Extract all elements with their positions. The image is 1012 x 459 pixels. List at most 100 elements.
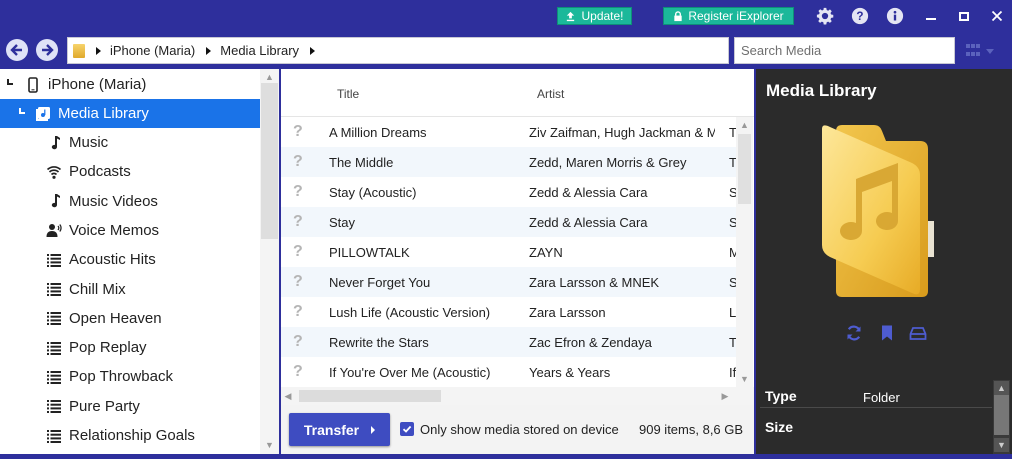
playlist-icon (45, 368, 63, 386)
table-horizontal-scrollbar[interactable]: ◀ ▶ (281, 387, 754, 405)
tree-item-pure-party[interactable]: Pure Party (0, 392, 260, 421)
cell-truncated: T (729, 154, 736, 170)
detail-pane: Media Library Type Folder Size ▲ ▼ (756, 69, 1012, 454)
grid-view-icon (966, 44, 982, 58)
playlist-icon (45, 280, 63, 298)
table-row[interactable]: ? Lush Life (Acoustic Version) Zara Larsso… (281, 297, 736, 327)
music-folder-icon (822, 125, 934, 297)
device-only-checkbox-label[interactable]: Only show media stored on device (420, 422, 619, 437)
forward-button[interactable] (36, 39, 58, 61)
scroll-up-icon[interactable]: ▲ (994, 381, 1009, 395)
update-button[interactable]: Update! (557, 7, 632, 25)
scroll-down-icon[interactable]: ▼ (261, 438, 278, 451)
collapse-toggle-icon[interactable] (19, 108, 25, 114)
tree-item-pop-replay[interactable]: Pop Replay (0, 333, 260, 362)
column-header-title[interactable]: Title (337, 87, 359, 101)
lock-icon (674, 10, 682, 21)
tree-item-music-videos[interactable]: Music Videos (0, 187, 260, 216)
search-input[interactable] (734, 37, 955, 64)
device-tree: iPhone (Maria) Media Library Music Podcas… (0, 69, 279, 454)
tree-item-acoustic-hits[interactable]: Acoustic Hits (0, 245, 260, 274)
detail-actions (844, 323, 934, 343)
breadcrumb-item-device[interactable]: iPhone (Maria) (110, 43, 195, 58)
cell-artist: Zedd & Alessia Cara (529, 214, 648, 230)
tree-item-device[interactable]: iPhone (Maria) (0, 70, 260, 99)
scrollbar-thumb[interactable] (261, 83, 278, 239)
close-icon[interactable] (989, 7, 1005, 25)
cell-truncated: If (729, 364, 736, 380)
navigation-bar: iPhone (Maria) Media Library (0, 33, 1012, 67)
scrollbar-thumb[interactable] (994, 395, 1009, 435)
media-library-icon (34, 105, 52, 123)
gear-icon[interactable] (815, 6, 835, 26)
scroll-down-icon[interactable]: ▼ (736, 372, 753, 385)
maximize-icon[interactable] (956, 7, 972, 25)
tree-scrollbar[interactable]: ▲ ▼ (260, 69, 279, 454)
tree-item-open-heaven[interactable]: Open Heaven (0, 304, 260, 333)
tree-item-label: Chill Mix (69, 280, 126, 298)
refresh-icon[interactable] (844, 323, 864, 343)
back-button[interactable] (6, 39, 28, 61)
register-label: Register iExplorer (688, 9, 784, 23)
detail-scrollbar[interactable]: ▲ ▼ (993, 380, 1010, 454)
scroll-left-icon[interactable]: ◀ (281, 390, 295, 403)
status-unknown-icon: ? (293, 363, 303, 380)
scrollbar-thumb[interactable] (299, 390, 441, 402)
breadcrumb: iPhone (Maria) Media Library (67, 37, 729, 64)
tree-item-relationship-goals[interactable]: Relationship Goals (0, 421, 260, 450)
cell-artist: Zara Larsson & MNEK (529, 274, 660, 290)
table-row[interactable]: ? Rewrite the Stars Zac Efron & Zendaya T (281, 327, 736, 357)
tree-item-pop-throwback[interactable]: Pop Throwback (0, 362, 260, 391)
breadcrumb-item-media-library[interactable]: Media Library (220, 43, 299, 58)
bookmark-icon[interactable] (877, 323, 897, 343)
table-row[interactable]: ? Never Forget You Zara Larsson & MNEK S (281, 267, 736, 297)
table-row[interactable]: ? Stay (Acoustic) Zedd & Alessia Cara S (281, 177, 736, 207)
checkmark-icon (402, 425, 412, 433)
table-row[interactable]: ? The Middle Zedd, Maren Morris & Grey T (281, 147, 736, 177)
tree-item-media-library[interactable]: Media Library (0, 99, 260, 128)
status-unknown-icon: ? (293, 273, 303, 290)
minimize-icon[interactable] (923, 7, 939, 25)
tree-item-voice-memos[interactable]: Voice Memos (0, 216, 260, 245)
cell-truncated: L (729, 304, 736, 320)
column-header-artist[interactable]: Artist (537, 87, 564, 101)
tree-item-music[interactable]: Music (0, 128, 260, 157)
table-row[interactable]: ? A Million Dreams Ziv Zaifman, Hugh Jackm… (281, 117, 736, 147)
table-row[interactable]: ? PILLOWTALK ZAYN M (281, 237, 736, 267)
cell-title: PILLOWTALK (329, 244, 410, 260)
arrow-right-icon (42, 44, 54, 56)
tree-item-podcasts[interactable]: Podcasts (0, 157, 260, 186)
scroll-up-icon[interactable]: ▲ (736, 118, 753, 131)
cell-artist: Ziv Zaifman, Hugh Jackman & M (529, 124, 715, 140)
tree-item-label: Pop Replay (69, 339, 147, 357)
register-button[interactable]: Register iExplorer (663, 7, 794, 25)
view-mode-button[interactable] (966, 43, 1000, 59)
arrow-left-icon (10, 44, 22, 56)
cell-artist: Years & Years (529, 364, 611, 380)
device-only-checkbox[interactable] (400, 422, 414, 436)
breadcrumb-separator-icon (310, 46, 316, 55)
scroll-right-icon[interactable]: ▶ (718, 390, 732, 403)
scroll-down-icon[interactable]: ▼ (994, 438, 1009, 452)
cell-title: If You're Over Me (Acoustic) (329, 364, 491, 380)
table-vertical-scrollbar[interactable]: ▲ ▼ (736, 117, 753, 387)
collapse-toggle-icon[interactable] (7, 79, 13, 85)
cell-title: Never Forget You (329, 274, 431, 290)
scrollbar-thumb[interactable] (738, 134, 751, 204)
info-icon[interactable] (885, 6, 905, 26)
podcast-icon (45, 163, 63, 181)
upload-icon (567, 11, 575, 21)
title-bar: Update! Register iExplorer ? (0, 0, 1012, 33)
table-row[interactable]: ? If You're Over Me (Acoustic) Years & Yea… (281, 357, 736, 387)
tree-item-chill-mix[interactable]: Chill Mix (0, 275, 260, 304)
status-unknown-icon: ? (293, 213, 303, 230)
cell-truncated: T (729, 334, 736, 350)
help-icon[interactable]: ? (850, 6, 870, 26)
cell-artist: Zara Larsson (529, 304, 606, 320)
drive-icon[interactable] (908, 323, 928, 343)
transfer-button[interactable]: Transfer (289, 413, 390, 446)
playlist-icon (45, 251, 63, 269)
table-row[interactable]: ? Stay Zedd & Alessia Cara S (281, 207, 736, 237)
detail-divider (760, 407, 992, 408)
scroll-up-icon[interactable]: ▲ (261, 70, 278, 83)
